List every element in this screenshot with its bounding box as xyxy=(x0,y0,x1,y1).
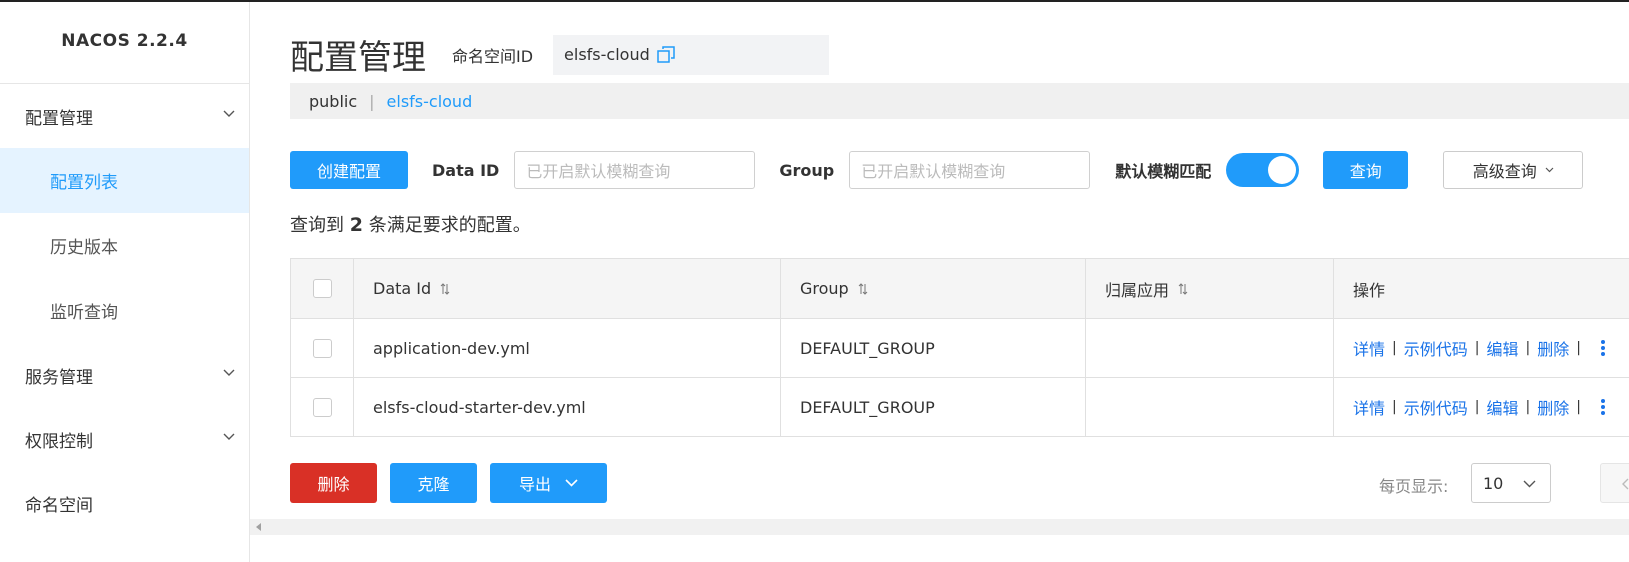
chevron-down-icon xyxy=(1523,480,1536,488)
cell-app xyxy=(1085,319,1333,377)
copy-icon[interactable] xyxy=(656,45,676,65)
fuzzy-match-label: 默认模糊匹配 xyxy=(1115,162,1212,181)
data-id-label: Data ID xyxy=(432,160,500,180)
clone-button[interactable]: 克隆 xyxy=(390,463,477,503)
sample-code-link[interactable]: 示例代码 xyxy=(1404,336,1468,360)
menu-group-namespace[interactable]: 命名空间 xyxy=(0,471,249,535)
advanced-query-button[interactable]: 高级查询 xyxy=(1443,151,1584,189)
column-app[interactable]: 归属应用 xyxy=(1085,259,1333,318)
cell-data-id: application-dev.yml xyxy=(353,319,780,377)
menu-group-label: 权限控制 xyxy=(25,431,93,452)
prev-page-button[interactable] xyxy=(1600,463,1629,503)
chevron-left-icon xyxy=(1622,478,1629,490)
sidebar-item-config-list[interactable]: 配置列表 xyxy=(0,148,249,213)
edit-link[interactable]: 编辑 xyxy=(1486,395,1518,419)
chevron-down-icon xyxy=(223,433,235,440)
details-link[interactable]: 详情 xyxy=(1353,395,1385,419)
cell-actions: 详情 | 示例代码 | 编辑 | 删除 | xyxy=(1333,378,1629,436)
header-checkbox-cell xyxy=(290,259,353,318)
details-link[interactable]: 详情 xyxy=(1353,336,1385,360)
chevron-down-icon xyxy=(1545,167,1554,173)
select-all-checkbox[interactable] xyxy=(312,279,332,298)
menu-group-auth[interactable]: 权限控制 xyxy=(0,407,249,471)
namespace-public[interactable]: public xyxy=(309,92,357,111)
create-config-button[interactable]: 创建配置 xyxy=(290,151,408,189)
export-button[interactable]: 导出 xyxy=(490,463,607,503)
delete-link[interactable]: 删除 xyxy=(1537,395,1569,419)
sample-code-link[interactable]: 示例代码 xyxy=(1404,395,1468,419)
menu-group-label: 服务管理 xyxy=(25,367,93,388)
query-button[interactable]: 查询 xyxy=(1323,151,1409,189)
delete-link[interactable]: 删除 xyxy=(1537,336,1569,360)
cell-group: DEFAULT_GROUP xyxy=(780,319,1085,377)
group-input[interactable]: 已开启默认模糊查询 xyxy=(849,151,1091,189)
bulk-actions: 删除 克隆 导出 xyxy=(290,463,607,503)
menu-group-config[interactable]: 配置管理 xyxy=(0,84,249,148)
table-header: Data Id Group 归属应用 操作 xyxy=(290,259,1629,319)
sidebar: NACOS 2.2.4 配置管理 配置列表 历史版本 监听查询 服务管理 权限控… xyxy=(0,2,250,562)
sort-icon[interactable] xyxy=(440,282,450,295)
row-checkbox[interactable] xyxy=(312,397,332,417)
table-row: application-dev.yml DEFAULT_GROUP 详情 | 示例… xyxy=(290,319,1629,378)
group-label: Group xyxy=(779,160,835,180)
bulk-delete-button[interactable]: 删除 xyxy=(290,463,377,503)
scroll-left-icon[interactable] xyxy=(256,523,261,531)
fuzzy-match-toggle[interactable] xyxy=(1226,153,1300,187)
sidebar-item-history[interactable]: 历史版本 xyxy=(0,213,249,278)
table-row: elsfs-cloud-starter-dev.yml DEFAULT_GROU… xyxy=(290,378,1629,437)
cell-actions: 详情 | 示例代码 | 编辑 | 删除 | xyxy=(1333,319,1629,377)
chevron-down-icon xyxy=(223,369,235,376)
sort-icon[interactable] xyxy=(1178,282,1188,295)
more-icon[interactable] xyxy=(1600,398,1606,416)
namespace-id-value: elsfs-cloud xyxy=(553,34,830,75)
page-size-select[interactable]: 10 xyxy=(1471,463,1551,503)
toggle-knob xyxy=(1268,156,1297,184)
menu-group-service[interactable]: 服务管理 xyxy=(0,343,249,407)
column-group[interactable]: Group xyxy=(780,259,1085,318)
page-title: 配置管理 xyxy=(290,38,426,78)
namespace-separator: | xyxy=(369,91,375,111)
more-icon[interactable] xyxy=(1600,339,1606,357)
menu-group-label: 配置管理 xyxy=(25,108,93,129)
column-data-id[interactable]: Data Id xyxy=(353,259,780,318)
cell-group: DEFAULT_GROUP xyxy=(780,378,1085,436)
config-table: Data Id Group 归属应用 操作 application-dev.ym… xyxy=(290,258,1629,437)
main-content: 配置管理 命名空间ID elsfs-cloud public | elsfs-c… xyxy=(250,2,1629,562)
horizontal-scrollbar[interactable] xyxy=(250,519,1629,535)
filter-row: 创建配置 Data ID 已开启默认模糊查询 Group 已开启默认模糊查询 默… xyxy=(290,151,1584,189)
namespace-elsfs-cloud[interactable]: elsfs-cloud xyxy=(387,92,473,111)
edit-link[interactable]: 编辑 xyxy=(1486,336,1518,360)
row-checkbox[interactable] xyxy=(312,338,332,358)
chevron-down-icon xyxy=(565,479,578,487)
brand-logo: NACOS 2.2.4 xyxy=(0,2,249,84)
data-id-input[interactable]: 已开启默认模糊查询 xyxy=(514,151,756,189)
result-summary: 查询到 2 条满足要求的配置。 xyxy=(290,214,531,236)
column-actions: 操作 xyxy=(1333,259,1629,318)
namespace-id-label: 命名空间ID xyxy=(452,46,534,66)
sidebar-item-listener[interactable]: 监听查询 xyxy=(0,278,249,343)
cell-data-id: elsfs-cloud-starter-dev.yml xyxy=(353,378,780,436)
page-size-label: 每页显示: xyxy=(1379,477,1449,496)
menu-group-label: 命名空间 xyxy=(25,495,93,516)
title-row: 配置管理 命名空间ID elsfs-cloud xyxy=(290,30,830,79)
chevron-down-icon xyxy=(223,110,235,117)
sort-icon[interactable] xyxy=(858,282,868,295)
namespace-bar: public | elsfs-cloud xyxy=(290,83,1629,119)
cell-app xyxy=(1085,378,1333,436)
result-count: 2 xyxy=(349,214,363,236)
